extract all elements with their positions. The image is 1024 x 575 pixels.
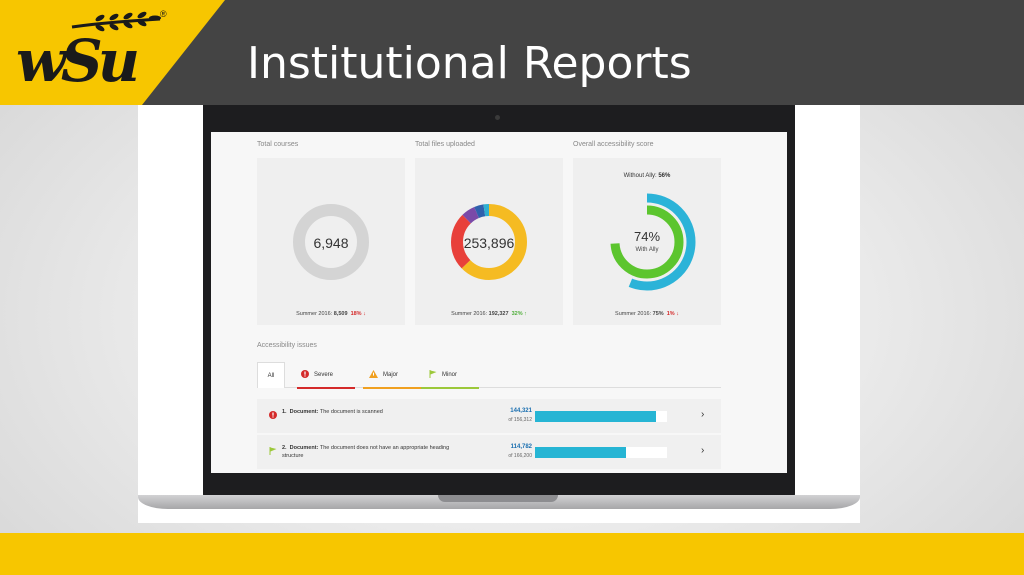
- issue-progress-bar: [535, 411, 667, 422]
- issue-count: 114,782: [510, 444, 532, 450]
- issue-total: of 166,200: [508, 453, 532, 459]
- tab-minor[interactable]: Minor: [421, 362, 479, 389]
- registered-mark: ®: [160, 9, 167, 19]
- minor-flag-icon: [429, 370, 437, 379]
- card-total-files[interactable]: 253,896 Summer 2016: 192,327 32% ↑: [415, 158, 563, 325]
- laptop-photo: Total courses 6,948 Summer 2016: 8,509 1…: [138, 105, 860, 523]
- laptop-lid: Total courses 6,948 Summer 2016: 8,509 1…: [203, 105, 795, 500]
- issue-progress-fill: [535, 411, 657, 422]
- delta-value: 18%: [350, 311, 362, 317]
- minor-flag-icon: [269, 447, 277, 455]
- arrow-up-icon: ↑: [524, 311, 527, 317]
- issues-section-label: Accessibility issues: [257, 342, 317, 349]
- issue-total: of 156,312: [508, 417, 532, 423]
- card-label-accessibility-score: Overall accessibility score: [573, 141, 654, 148]
- card-label-total-courses: Total courses: [257, 141, 299, 148]
- issue-text: 2. Document: The document does not have …: [282, 445, 450, 459]
- tab-severe[interactable]: Severe: [297, 362, 355, 389]
- issue-row[interactable]: 1. Document: The document is scanned 144…: [257, 399, 721, 433]
- tab-all[interactable]: All: [257, 362, 285, 388]
- card-value: 74%: [633, 229, 661, 244]
- logo-text: wSu: [16, 27, 140, 95]
- issue-progress-fill: [535, 447, 627, 458]
- dashboard-screen: Total courses 6,948 Summer 2016: 8,509 1…: [211, 132, 787, 473]
- arrow-down-icon: ↓: [676, 311, 679, 317]
- issue-tabs: All Severe Major Minor: [257, 362, 721, 389]
- delta-value: 1%: [666, 311, 675, 317]
- camera-icon: [495, 115, 500, 120]
- issue-row[interactable]: 2. Document: The document does not have …: [257, 435, 721, 469]
- laptop-notch: [438, 495, 558, 502]
- footer-bar: [0, 533, 1024, 575]
- slide-title: Institutional Reports: [247, 38, 692, 89]
- card-value: 6,948: [313, 235, 349, 251]
- card-footer: Summer 2016: 75% 1% ↓: [615, 311, 679, 317]
- chevron-right-icon[interactable]: ›: [701, 409, 704, 420]
- chevron-right-icon[interactable]: ›: [701, 445, 704, 456]
- card-accessibility-score[interactable]: Without Ally: 56% 74% With Ally Summer 2…: [573, 158, 721, 325]
- severe-icon: [301, 370, 309, 379]
- delta-value: 32%: [511, 311, 523, 317]
- card-value: 253,896: [463, 235, 515, 251]
- card-footer: Summer 2016: 8,509 18% ↓: [296, 311, 366, 317]
- tab-major[interactable]: Major: [363, 362, 421, 389]
- severe-icon: [269, 411, 277, 419]
- major-warning-icon: [369, 370, 378, 379]
- issue-progress-bar: [535, 447, 667, 458]
- with-ally-label: With Ally: [635, 247, 659, 253]
- arrow-down-icon: ↓: [363, 311, 366, 317]
- card-total-courses[interactable]: 6,948 Summer 2016: 8,509 18% ↓: [257, 158, 405, 325]
- issue-text: 1. Document: The document is scanned: [282, 409, 383, 415]
- card-label-total-files: Total files uploaded: [415, 141, 475, 148]
- card-footer: Summer 2016: 192,327 32% ↑: [451, 311, 527, 317]
- issue-count: 144,321: [510, 408, 532, 414]
